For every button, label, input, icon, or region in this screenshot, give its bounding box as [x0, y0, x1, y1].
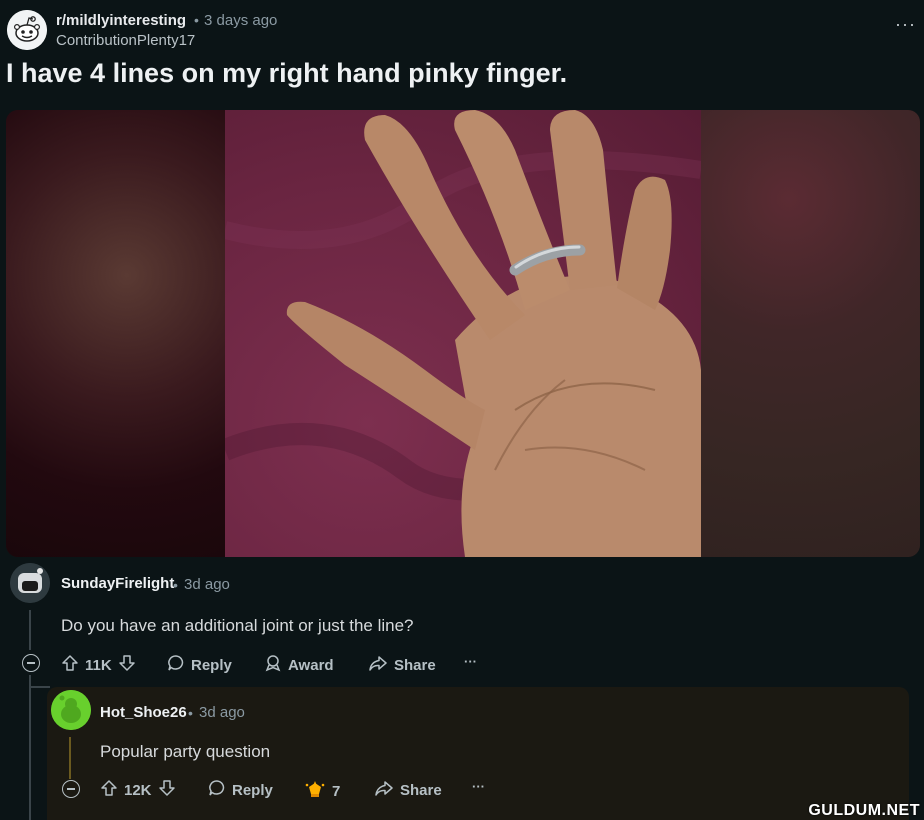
post-header: r/mildlyinteresting • 3 days ago Contrib…	[0, 0, 924, 56]
media-blur-background-right	[701, 110, 920, 557]
award-trophy-icon	[304, 779, 326, 803]
reply-reply-label: Reply	[232, 781, 273, 799]
reply-reply-button[interactable]: Reply	[208, 779, 273, 801]
reply-body: Popular party question	[100, 742, 271, 761]
upvote-icon[interactable]	[61, 654, 79, 676]
post-author[interactable]: ContributionPlenty17	[56, 32, 195, 49]
reply-time: 3d ago	[199, 704, 245, 721]
comment-avatar[interactable]	[10, 563, 50, 603]
reply-avatar[interactable]	[51, 690, 91, 730]
reply-icon	[167, 654, 185, 676]
reply-username[interactable]: Hot_Shoe26	[100, 704, 187, 721]
collapse-reply-icon[interactable]	[62, 780, 80, 798]
post-title[interactable]: I have 4 lines on my right hand pinky fi…	[6, 58, 567, 89]
vote-count: 11K	[85, 656, 112, 674]
comment-body: Do you have an additional joint or just …	[61, 616, 414, 635]
reply-share-button[interactable]: Share	[374, 779, 442, 801]
vote-control: 11K	[61, 654, 136, 676]
award-label: Award	[288, 656, 334, 674]
thread-line	[29, 610, 31, 650]
thread-branch-line	[30, 686, 50, 688]
award-button[interactable]: Award	[264, 654, 334, 676]
reply-icon	[208, 779, 226, 801]
collapse-thread-icon[interactable]	[22, 654, 40, 672]
reply-meta-separator: •	[188, 705, 193, 721]
reply-thread-line	[69, 737, 71, 779]
downvote-icon[interactable]	[118, 654, 136, 676]
reply-more-options-button[interactable]: ···	[472, 779, 485, 794]
reply-award-button[interactable]: 7	[304, 779, 340, 803]
award-count: 7	[332, 782, 341, 800]
comment-time: 3d ago	[184, 576, 230, 593]
meta-separator: •	[194, 12, 199, 28]
subreddit-name[interactable]: r/mildlyinteresting	[56, 12, 186, 29]
downvote-icon[interactable]	[158, 779, 176, 801]
reply-vote-control: 12K	[100, 779, 176, 801]
share-icon	[368, 654, 388, 676]
post-more-options-button[interactable]: ···	[895, 14, 916, 35]
reply-vote-count: 12K	[124, 781, 152, 799]
upvote-icon[interactable]	[100, 779, 118, 801]
reply-button[interactable]: Reply	[167, 654, 232, 676]
watermark-logo: GULDUM.NET	[808, 802, 920, 819]
share-button[interactable]: Share	[368, 654, 436, 676]
share-label: Share	[394, 656, 436, 674]
thread-line	[29, 675, 31, 820]
media-blur-background-left	[6, 110, 225, 557]
reply-share-label: Share	[400, 781, 442, 799]
share-icon	[374, 779, 394, 801]
subreddit-avatar-icon[interactable]	[7, 10, 47, 50]
comment-more-options-button[interactable]: ···	[464, 654, 477, 669]
comment-username[interactable]: SundayFirelight	[61, 575, 174, 592]
award-icon	[264, 654, 282, 676]
post-time: 3 days ago	[204, 12, 278, 29]
post-media[interactable]	[6, 110, 920, 557]
post-image-hand[interactable]	[220, 110, 707, 557]
comment-meta-separator: •	[173, 577, 178, 593]
reply-label: Reply	[191, 656, 232, 674]
